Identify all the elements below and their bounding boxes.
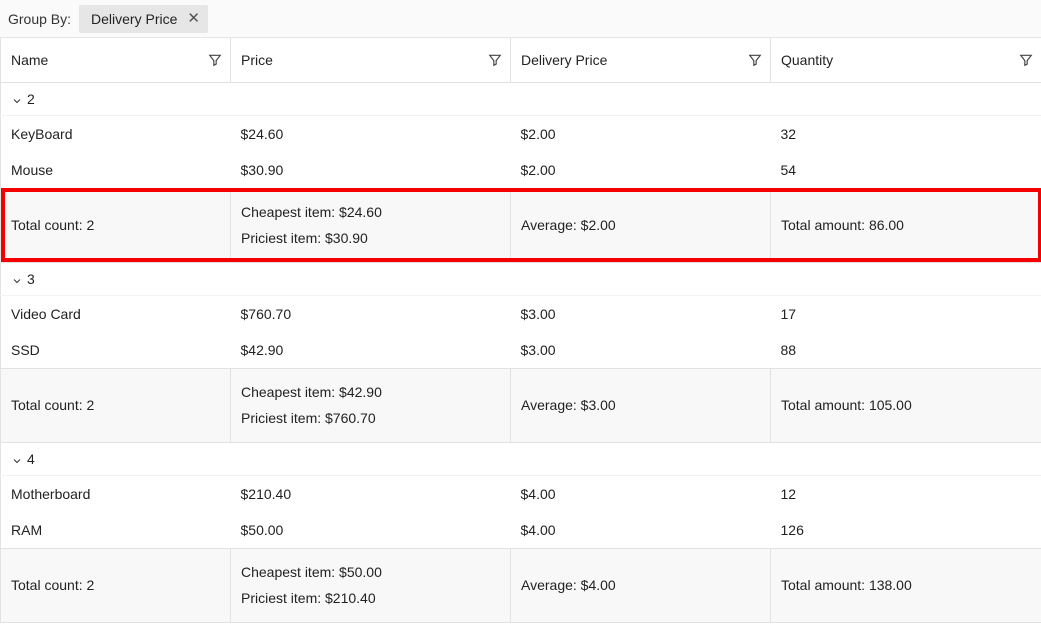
column-header-delivery-text: Delivery Price [521,52,607,68]
group-header[interactable]: 4 [1,442,1041,475]
summary-count: Total count: 2 [1,548,231,622]
summary-total: Total amount: 86.00 [771,188,1041,262]
cell-delivery: $3.00 [511,295,771,332]
cell-price: $24.60 [231,115,511,152]
column-header-price[interactable]: Price [231,38,511,82]
groupby-bar: Group By: Delivery Price ✕ [0,0,1041,38]
cell-price: $210.40 [231,475,511,512]
cell-delivery: $2.00 [511,115,771,152]
column-header-delivery[interactable]: Delivery Price [511,38,771,82]
summary-total: Total amount: 138.00 [771,548,1041,622]
summary-count: Total count: 2 [1,188,231,262]
cell-delivery: $2.00 [511,152,771,189]
table-row[interactable]: RAM$50.00$4.00126 [1,512,1041,549]
cell-name: Motherboard [1,475,231,512]
filter-icon[interactable] [748,53,762,67]
cell-qty: 54 [771,152,1041,189]
chevron-down-icon [11,275,21,285]
close-icon[interactable]: ✕ [187,11,200,26]
filter-icon[interactable] [1019,53,1033,67]
summary-price-range: Cheapest item: $24.60Priciest item: $30.… [231,188,511,262]
data-grid: Name Price Delivery Price Quantity 2 KeyB… [0,38,1041,623]
column-header-name[interactable]: Name [1,38,231,82]
group-header[interactable]: 3 [1,262,1041,295]
cell-name: SSD [1,332,231,369]
table-row[interactable]: Video Card$760.70$3.0017 [1,295,1041,332]
cell-name: KeyBoard [1,115,231,152]
table-row[interactable]: KeyBoard$24.60$2.0032 [1,115,1041,152]
cell-name: Mouse [1,152,231,189]
cell-delivery: $3.00 [511,332,771,369]
summary-price-range: Cheapest item: $50.00Priciest item: $210… [231,548,511,622]
summary-average: Average: $3.00 [511,368,771,442]
cell-delivery: $4.00 [511,475,771,512]
group-summary: Total count: 2Cheapest item: $50.00Prici… [1,548,1041,622]
cell-qty: 17 [771,295,1041,332]
groupby-chip[interactable]: Delivery Price ✕ [79,5,208,33]
summary-average: Average: $2.00 [511,188,771,262]
cell-delivery: $4.00 [511,512,771,549]
summary-total: Total amount: 105.00 [771,368,1041,442]
column-header-quantity[interactable]: Quantity [771,38,1041,82]
filter-icon[interactable] [208,53,222,67]
group-header[interactable]: 2 [1,82,1041,115]
groupby-label: Group By: [8,11,71,27]
group-key: 4 [27,451,35,467]
summary-count: Total count: 2 [1,368,231,442]
cell-qty: 88 [771,332,1041,369]
table-row[interactable]: SSD$42.90$3.0088 [1,332,1041,369]
header-row: Name Price Delivery Price Quantity [1,38,1041,82]
cell-name: Video Card [1,295,231,332]
table-row[interactable]: Motherboard$210.40$4.0012 [1,475,1041,512]
cell-price: $42.90 [231,332,511,369]
cell-price: $30.90 [231,152,511,189]
group-summary: Total count: 2Cheapest item: $42.90Prici… [1,368,1041,442]
groupby-chip-text: Delivery Price [91,11,177,27]
chevron-down-icon [11,95,21,105]
table-row[interactable]: Mouse$30.90$2.0054 [1,152,1041,189]
chevron-down-icon [11,455,21,465]
column-header-price-text: Price [241,52,273,68]
column-header-quantity-text: Quantity [781,52,833,68]
cell-qty: 32 [771,115,1041,152]
summary-average: Average: $4.00 [511,548,771,622]
group-key: 2 [27,91,35,107]
group-summary: Total count: 2Cheapest item: $24.60Prici… [1,188,1041,262]
summary-price-range: Cheapest item: $42.90Priciest item: $760… [231,368,511,442]
cell-qty: 126 [771,512,1041,549]
filter-icon[interactable] [488,53,502,67]
cell-qty: 12 [771,475,1041,512]
cell-price: $50.00 [231,512,511,549]
group-key: 3 [27,271,35,287]
column-header-name-text: Name [11,52,48,68]
cell-name: RAM [1,512,231,549]
cell-price: $760.70 [231,295,511,332]
